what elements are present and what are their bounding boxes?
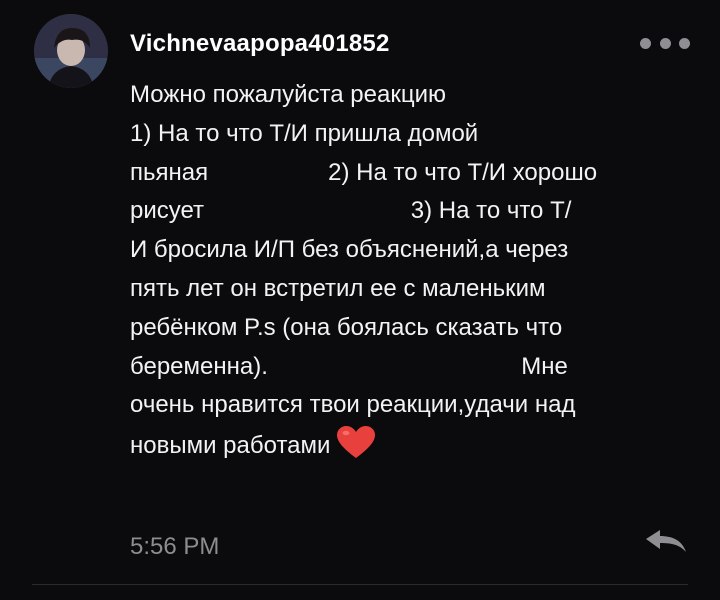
- avatar-image: [34, 14, 108, 88]
- more-dot: [679, 37, 690, 49]
- red-heart-icon: [336, 425, 376, 472]
- more-options-icon[interactable]: [640, 32, 690, 54]
- comment-line: рисует 3) На то что Т/: [130, 197, 572, 225]
- comment-line: беременна). Мне: [130, 352, 568, 380]
- reply-arrow-icon[interactable]: [642, 527, 690, 555]
- comment-line: пять лет он встретил ее с маленьким: [130, 274, 546, 302]
- comment-text: Можно пожалуйста реакцию 1) На то что Т/…: [130, 76, 700, 464]
- username[interactable]: Vichnevaapopa401852: [130, 30, 390, 58]
- comment-line: ребёнком P.s (она боялась сказать что: [130, 313, 563, 341]
- more-dot: [659, 37, 671, 49]
- comment-line: И бросила И/П без объяснений,а через: [130, 236, 569, 264]
- comment-timestamp: 5:56 PM: [130, 533, 220, 560]
- more-dot: [640, 37, 651, 49]
- comment-line: 1) На то что Т/И пришла домой: [130, 119, 479, 147]
- comment-line: Можно пожалуйста реакцию: [130, 81, 446, 108]
- comment-line: пьяная 2) На то что Т/И хорошо: [130, 158, 598, 186]
- divider: [32, 584, 688, 585]
- comment-line: новыми работами: [130, 432, 331, 460]
- comment-line-last: новыми работами: [130, 425, 700, 464]
- comment-card: Vichnevaapopa401852 Можно пожалуйста реа…: [0, 0, 720, 600]
- user-avatar[interactable]: [34, 14, 108, 88]
- comment-line: очень нравится твои реакции,удачи над: [130, 391, 576, 419]
